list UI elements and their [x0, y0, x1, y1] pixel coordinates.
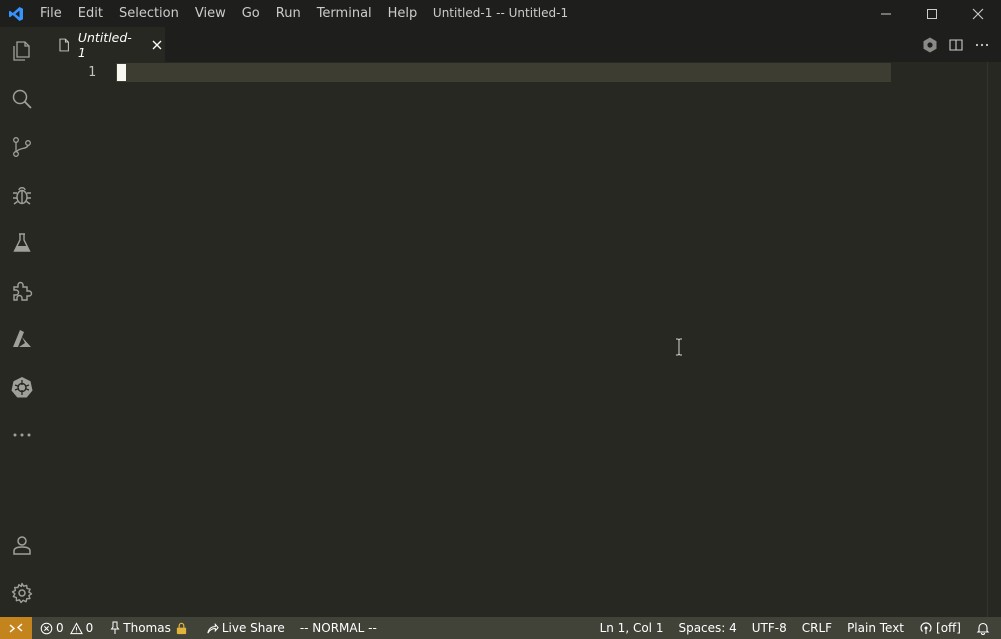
gear-icon [11, 582, 33, 604]
vim-mode: -- NORMAL -- [299, 621, 377, 635]
file-icon [59, 38, 69, 51]
close-icon [152, 40, 162, 49]
watch-status[interactable]: [off] [909, 617, 966, 639]
compare-icon [923, 37, 937, 52]
menu-terminal[interactable]: Terminal [309, 0, 380, 27]
scrollbar-track[interactable] [987, 62, 988, 617]
close-icon [972, 8, 984, 19]
menu-help[interactable]: Help [380, 0, 426, 27]
activity-bar [0, 27, 44, 617]
activity-search[interactable] [0, 75, 44, 123]
current-line-highlight [116, 63, 891, 82]
ibeam-cursor-icon [676, 338, 682, 356]
user-name: Thomas [123, 621, 171, 635]
language-mode[interactable]: Plain Text [837, 617, 909, 639]
end-of-line[interactable]: CRLF [792, 617, 837, 639]
open-changes-button[interactable] [917, 32, 943, 58]
broadcast-icon [920, 622, 932, 634]
title-bar: File Edit Selection View Go Run Terminal… [0, 0, 1001, 27]
activity-manage[interactable] [0, 569, 44, 617]
cursor-position[interactable]: Ln 1, Col 1 [595, 617, 669, 639]
live-share-button[interactable]: Live Share [196, 617, 290, 639]
activity-more[interactable] [0, 411, 44, 459]
debug-icon [13, 187, 31, 205]
activity-kubernetes[interactable] [0, 363, 44, 411]
activity-azure[interactable] [0, 315, 44, 363]
live-share-icon [207, 622, 219, 633]
notifications-button[interactable] [966, 617, 1001, 639]
kubernetes-icon [11, 377, 33, 398]
line-number: 1 [88, 65, 96, 80]
editor-actions [917, 27, 995, 62]
activity-run-debug[interactable] [0, 171, 44, 219]
remote-icon [9, 623, 23, 633]
pin-icon [110, 621, 120, 634]
editor-area[interactable]: 1 [44, 62, 1001, 617]
maximize-button[interactable] [909, 0, 955, 27]
encoding[interactable]: UTF-8 [742, 617, 792, 639]
activity-testing[interactable] [0, 219, 44, 267]
window-controls [863, 0, 1001, 27]
files-icon [13, 41, 30, 61]
live-share-label: Live Share [221, 621, 285, 635]
watch-label: [off] [936, 621, 961, 635]
tab-label: Untitled-1 [77, 29, 132, 60]
warning-count: 0 [85, 621, 94, 635]
remote-indicator[interactable] [0, 617, 32, 639]
minimize-button[interactable] [863, 0, 909, 27]
problems-indicator[interactable]: 0 0 [32, 617, 98, 639]
tab-untitled-1[interactable]: Untitled-1 [44, 27, 165, 62]
error-icon [40, 622, 53, 634]
maximize-icon [927, 8, 937, 19]
split-editor-button[interactable] [943, 32, 969, 58]
activity-source-control[interactable] [0, 123, 44, 171]
more-actions-button[interactable] [969, 32, 995, 58]
menu-bar: File Edit Selection View Go Run Terminal… [32, 0, 425, 27]
extensions-icon [13, 281, 33, 301]
activity-extensions[interactable] [0, 267, 44, 315]
error-count: 0 [56, 621, 64, 635]
search-icon [12, 89, 32, 109]
azure-icon [13, 330, 31, 347]
beaker-icon [13, 233, 31, 252]
ellipsis-icon [13, 433, 31, 437]
indentation[interactable]: Spaces: 4 [668, 617, 741, 639]
menu-file[interactable]: File [32, 0, 70, 27]
minimize-icon [881, 13, 891, 14]
source-control-icon [13, 137, 31, 157]
close-window-button[interactable] [955, 0, 1001, 27]
menu-view[interactable]: View [187, 0, 234, 27]
activity-accounts[interactable] [0, 521, 44, 569]
menu-run[interactable]: Run [268, 0, 309, 27]
status-bar-right: Ln 1, Col 1 Spaces: 4 UTF-8 CRLF Plain T… [595, 617, 1001, 639]
menu-edit[interactable]: Edit [70, 0, 111, 27]
split-editor-icon [949, 38, 963, 51]
vscode-logo-icon [0, 0, 32, 27]
tab-bar: Untitled-1 [44, 27, 1001, 62]
lock-icon [176, 622, 187, 634]
account-icon [13, 536, 31, 555]
tab-close-button[interactable] [149, 37, 165, 53]
menu-go[interactable]: Go [234, 0, 268, 27]
ellipsis-icon [975, 43, 989, 46]
bell-icon [976, 622, 990, 635]
warning-icon [69, 621, 83, 634]
menu-selection[interactable]: Selection [111, 0, 187, 27]
text-cursor [117, 64, 126, 81]
activity-explorer[interactable] [0, 27, 44, 75]
account-status[interactable]: Thomas [98, 617, 196, 639]
status-bar: 0 0 Thomas Live Share -- NORMAL -- Ln 1,… [0, 617, 1001, 639]
